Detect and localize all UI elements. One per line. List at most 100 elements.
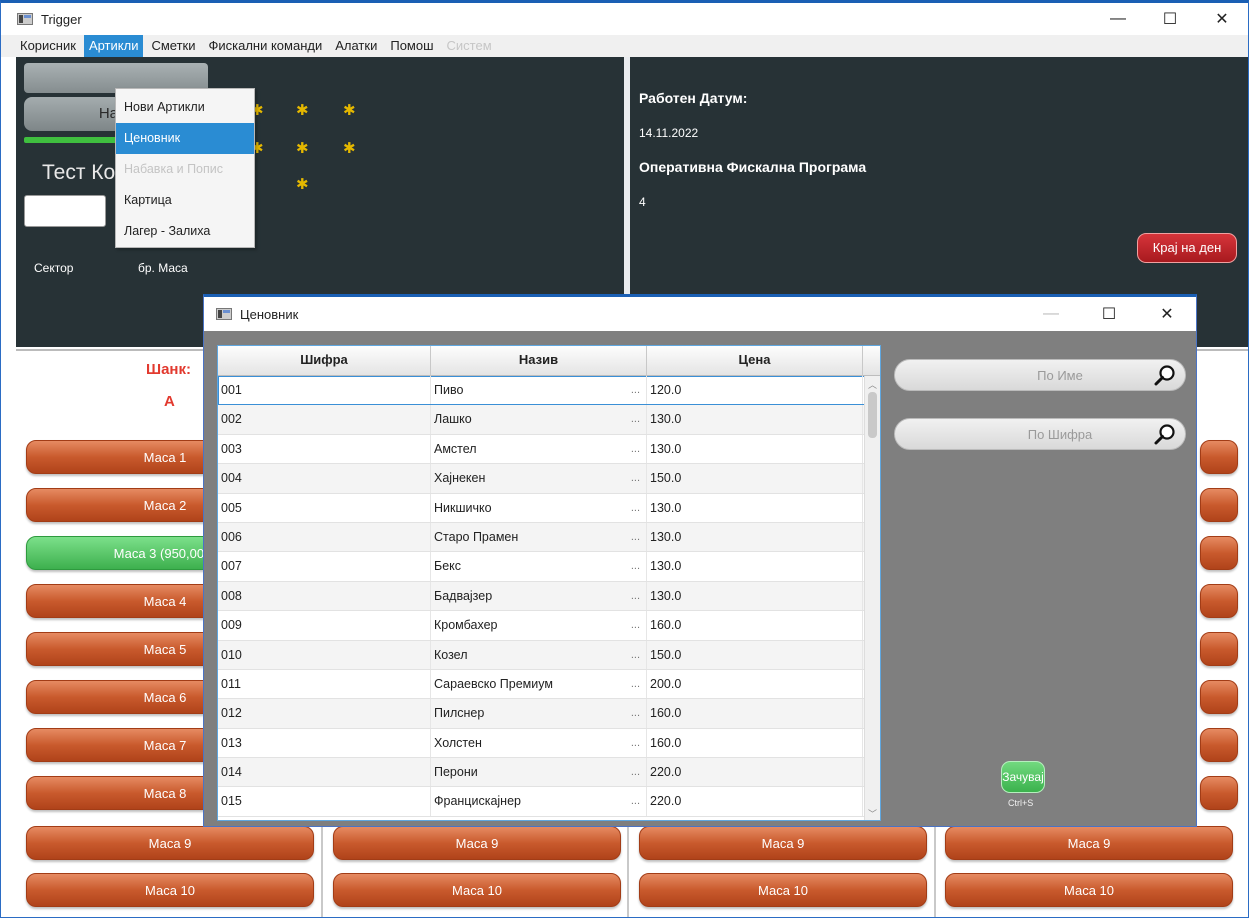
table-row[interactable]: 008 Бадвајзер... 130.0 <box>218 581 880 612</box>
cell-code[interactable]: 010 <box>218 640 431 669</box>
cell-code[interactable]: 015 <box>218 787 431 816</box>
cell-price[interactable]: 160.0 <box>647 728 863 758</box>
table-button-partial[interactable] <box>1200 488 1238 522</box>
table-row[interactable]: 007 Бекс... 130.0 <box>218 552 880 582</box>
cell-code[interactable]: 005 <box>218 493 431 522</box>
cell-code[interactable]: 002 <box>218 405 431 434</box>
cell-code[interactable]: 004 <box>218 464 431 493</box>
pricelist-table[interactable]: Шифра Назив Цена 001 Пиво... 120.0 002 Лашко… <box>217 345 881 821</box>
cell-price[interactable]: 130.0 <box>647 522 863 552</box>
cell-code[interactable]: 006 <box>218 522 431 552</box>
cell-price[interactable]: 130.0 <box>647 552 863 581</box>
cell-price[interactable]: 160.0 <box>647 699 863 728</box>
cell-code[interactable]: 014 <box>218 758 431 787</box>
cell-code[interactable]: 003 <box>218 434 431 464</box>
edit-ellipsis-button[interactable]: ... <box>631 611 640 639</box>
table-row[interactable]: 004 Хајнекен... 150.0 <box>218 464 880 494</box>
cell-price[interactable]: 130.0 <box>647 581 863 611</box>
edit-ellipsis-button[interactable]: ... <box>631 699 640 727</box>
table-row[interactable]: 009 Кромбахер... 160.0 <box>218 611 880 641</box>
table-row[interactable]: 013 Холстен... 160.0 <box>218 728 880 759</box>
table-row[interactable]: 002 Лашко... 130.0 <box>218 405 880 435</box>
minimize-button[interactable]: — <box>1092 3 1144 35</box>
end-of-day-button[interactable]: Крај на ден <box>1137 233 1237 263</box>
table-button-partial[interactable] <box>1200 536 1238 570</box>
table-button-9[interactable]: Маса 9 <box>333 826 621 860</box>
edit-ellipsis-button[interactable]: ... <box>631 670 640 698</box>
table-row[interactable]: 014 Перони... 220.0 <box>218 758 880 788</box>
edit-ellipsis-button[interactable]: ... <box>631 552 640 580</box>
menu-item-pricelist[interactable]: Ценовник <box>116 123 254 154</box>
cell-name[interactable]: Бадвајзер... <box>431 581 647 611</box>
cell-name[interactable]: Сараевско Премиум... <box>431 669 647 699</box>
table-row[interactable]: 010 Козел... 150.0 <box>218 640 880 670</box>
cell-price[interactable]: 220.0 <box>647 758 863 787</box>
table-button-partial[interactable] <box>1200 632 1238 666</box>
table-button-9[interactable]: Маса 9 <box>945 826 1233 860</box>
edit-ellipsis-button[interactable]: ... <box>631 494 640 522</box>
cell-name[interactable]: Амстел... <box>431 434 647 464</box>
edit-ellipsis-button[interactable]: ... <box>631 464 640 492</box>
cell-name[interactable]: Пиво... <box>431 376 647 405</box>
menu-item-new-articles[interactable]: Нови Артикли <box>116 92 254 123</box>
sector-input[interactable] <box>24 195 106 227</box>
table-button-partial[interactable] <box>1200 680 1238 714</box>
scroll-down-icon[interactable]: ﹀ <box>868 807 877 820</box>
cell-name[interactable]: Бекс... <box>431 552 647 581</box>
column-header-name[interactable]: Назив <box>431 346 647 376</box>
vertical-scrollbar[interactable]: ︿ ﹀ <box>864 376 880 820</box>
table-row[interactable]: 011 Сараевско Премиум... 200.0 <box>218 669 880 700</box>
table-button-partial[interactable] <box>1200 776 1238 810</box>
cell-code[interactable]: 007 <box>218 552 431 581</box>
cell-price[interactable]: 200.0 <box>647 669 863 699</box>
table-button-partial[interactable] <box>1200 728 1238 762</box>
cell-price[interactable]: 130.0 <box>647 493 863 522</box>
menu-articles[interactable]: Артикли <box>83 35 144 57</box>
scroll-up-icon[interactable]: ︿ <box>868 378 877 391</box>
dialog-maximize-button[interactable]: ☐ <box>1080 297 1138 331</box>
cell-price[interactable]: 120.0 <box>647 376 863 405</box>
dialog-close-button[interactable]: ✕ <box>1138 297 1196 331</box>
menu-item-stock[interactable]: Лагер - Залиха <box>116 216 254 247</box>
cell-price[interactable]: 150.0 <box>647 464 863 493</box>
edit-ellipsis-button[interactable]: ... <box>631 641 640 669</box>
edit-ellipsis-button[interactable]: ... <box>631 729 640 757</box>
menu-fiscal-commands[interactable]: Фискални команди <box>203 35 327 57</box>
cell-name[interactable]: Никшичко... <box>431 493 647 522</box>
table-button-partial[interactable] <box>1200 584 1238 618</box>
search-by-name-input[interactable]: По Име <box>894 359 1186 391</box>
table-button-10[interactable]: Маса 10 <box>333 873 621 907</box>
cell-code[interactable]: 013 <box>218 728 431 758</box>
table-button-9[interactable]: Маса 9 <box>639 826 927 860</box>
column-header-price[interactable]: Цена <box>647 346 863 376</box>
edit-ellipsis-button[interactable]: ... <box>631 435 640 463</box>
search-icon[interactable] <box>1153 364 1177 388</box>
edit-ellipsis-button[interactable]: ... <box>631 787 640 815</box>
cell-name[interactable]: Францискајнер... <box>431 787 647 816</box>
cell-name[interactable]: Козел... <box>431 640 647 669</box>
menu-tools[interactable]: Алатки <box>330 35 382 57</box>
table-row[interactable]: 005 Никшичко... 130.0 <box>218 493 880 523</box>
cell-price[interactable]: 130.0 <box>647 405 863 434</box>
edit-ellipsis-button[interactable]: ... <box>631 758 640 786</box>
search-by-code-input[interactable]: По Шифра <box>894 418 1186 450</box>
table-button-partial[interactable] <box>1200 440 1238 474</box>
menu-bills[interactable]: Сметки <box>146 35 200 57</box>
table-button-10[interactable]: Маса 10 <box>945 873 1233 907</box>
table-row[interactable]: 001 Пиво... 120.0 <box>218 376 880 406</box>
menu-help[interactable]: Помош <box>385 35 438 57</box>
menu-item-card[interactable]: Картица <box>116 185 254 216</box>
cell-code[interactable]: 009 <box>218 611 431 640</box>
edit-ellipsis-button[interactable]: ... <box>631 523 640 551</box>
column-header-code[interactable]: Шифра <box>218 346 431 376</box>
cell-price[interactable]: 220.0 <box>647 787 863 816</box>
table-row[interactable]: 006 Старо Прамен... 130.0 <box>218 522 880 553</box>
table-button-9[interactable]: Маса 9 <box>26 826 314 860</box>
cell-code[interactable]: 012 <box>218 699 431 728</box>
cell-price[interactable]: 130.0 <box>647 434 863 464</box>
cell-price[interactable]: 160.0 <box>647 611 863 640</box>
maximize-button[interactable]: ☐ <box>1144 3 1196 35</box>
scrollbar-thumb[interactable] <box>868 392 877 438</box>
cell-code[interactable]: 008 <box>218 581 431 611</box>
table-button-10[interactable]: Маса 10 <box>639 873 927 907</box>
